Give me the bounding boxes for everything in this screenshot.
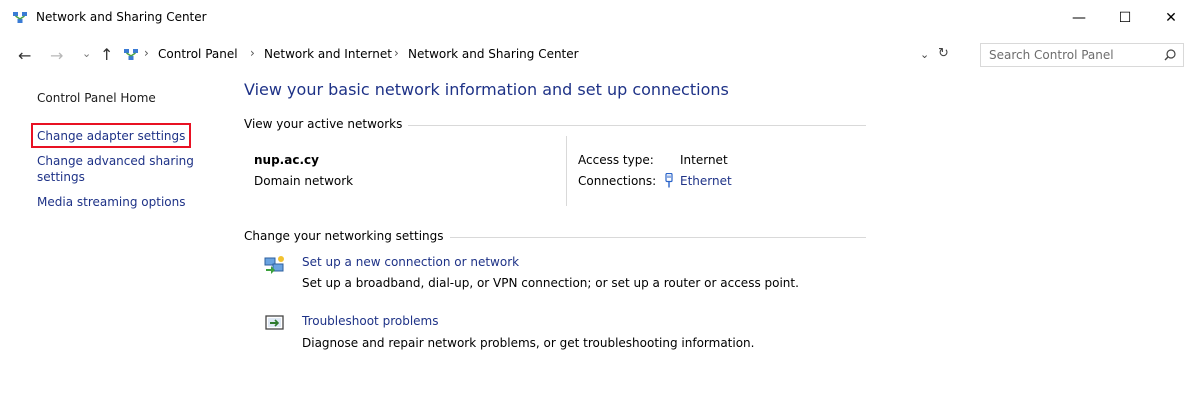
change-advanced-sharing-settings-link-line2[interactable]: settings bbox=[37, 169, 85, 185]
address-bar[interactable]: › Control Panel › Network and Internet ›… bbox=[120, 43, 972, 67]
ethernet-connection-link[interactable]: Ethernet bbox=[680, 174, 732, 188]
address-row: ← → ⌄ ↑ › Control Panel › Network and In… bbox=[0, 43, 1194, 69]
change-adapter-settings-link[interactable]: Change adapter settings bbox=[37, 128, 185, 144]
troubleshoot-problems-link[interactable]: Troubleshoot problems bbox=[302, 314, 438, 328]
search-icon[interactable] bbox=[1163, 48, 1177, 62]
search-placeholder[interactable]: Search Control Panel bbox=[989, 48, 1114, 62]
network-location-icon bbox=[124, 49, 138, 60]
search-box[interactable]: Search Control Panel bbox=[980, 43, 1184, 67]
access-type-value: Internet bbox=[680, 153, 728, 167]
title-bar[interactable]: Network and Sharing Center — ☐ ✕ bbox=[0, 0, 1194, 36]
page-heading: View your basic network information and … bbox=[244, 80, 729, 99]
refresh-button[interactable]: ↻ bbox=[938, 46, 949, 61]
change-advanced-sharing-settings-link[interactable]: Change advanced sharing bbox=[37, 153, 194, 169]
minimize-button[interactable]: — bbox=[1056, 0, 1102, 36]
breadcrumb-separator[interactable]: › bbox=[394, 46, 399, 60]
control-panel-home-link[interactable]: Control Panel Home bbox=[37, 91, 156, 105]
breadcrumb-network-sharing-center[interactable]: Network and Sharing Center bbox=[408, 47, 579, 61]
maximize-button[interactable]: ☐ bbox=[1102, 0, 1148, 36]
vertical-divider bbox=[566, 136, 567, 206]
forward-button[interactable]: → bbox=[50, 46, 63, 65]
setup-new-connection-link[interactable]: Set up a new connection or network bbox=[302, 255, 519, 269]
close-button[interactable]: ✕ bbox=[1148, 0, 1194, 36]
change-settings-label: Change your networking settings bbox=[244, 229, 450, 243]
breadcrumb-separator[interactable]: › bbox=[250, 46, 255, 60]
ethernet-icon bbox=[665, 173, 673, 188]
breadcrumb-control-panel[interactable]: Control Panel bbox=[158, 47, 238, 61]
setup-new-connection-description: Set up a broadband, dial-up, or VPN conn… bbox=[302, 276, 799, 290]
media-streaming-options-link[interactable]: Media streaming options bbox=[37, 194, 185, 210]
breadcrumb-separator: › bbox=[144, 46, 149, 60]
up-button[interactable]: ↑ bbox=[100, 45, 113, 64]
network-category: Domain network bbox=[254, 174, 354, 188]
new-connection-icon bbox=[264, 256, 284, 274]
breadcrumb-network-and-internet[interactable]: Network and Internet bbox=[264, 47, 392, 61]
network-sharing-center-window: Network and Sharing Center — ☐ ✕ ← → ⌄ ↑… bbox=[0, 0, 1194, 419]
address-dropdown-button[interactable]: ⌄ bbox=[920, 48, 929, 61]
back-button[interactable]: ← bbox=[18, 46, 31, 65]
troubleshoot-problems-description: Diagnose and repair network problems, or… bbox=[302, 336, 755, 350]
connections-label: Connections: bbox=[578, 174, 657, 188]
troubleshoot-icon bbox=[265, 315, 284, 330]
recent-locations-button[interactable]: ⌄ bbox=[82, 47, 91, 60]
network-name: nup.ac.cy bbox=[254, 153, 319, 167]
access-type-label: Access type: bbox=[578, 153, 654, 167]
window-title: Network and Sharing Center bbox=[36, 10, 207, 24]
active-networks-label: View your active networks bbox=[244, 117, 409, 131]
main-content: View your basic network information and … bbox=[244, 80, 1184, 410]
network-app-icon bbox=[13, 12, 27, 23]
left-navigation-pane: Control Panel Home Change adapter settin… bbox=[0, 80, 220, 410]
